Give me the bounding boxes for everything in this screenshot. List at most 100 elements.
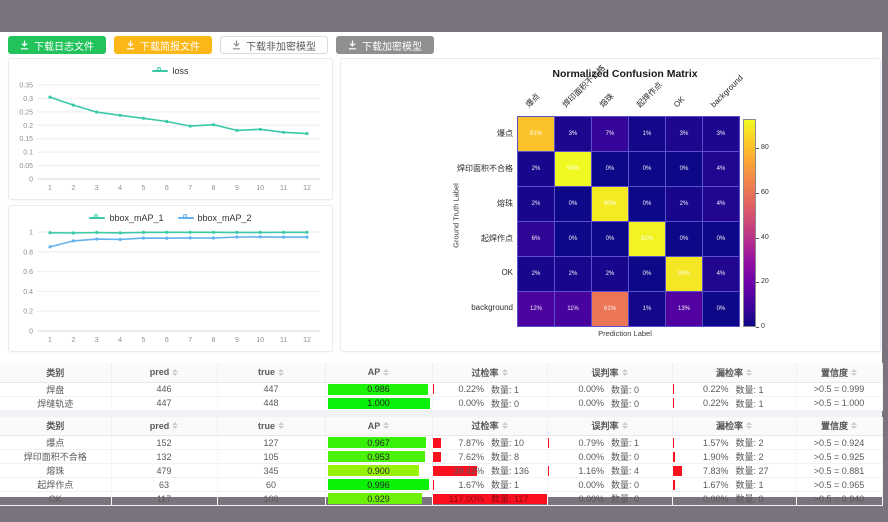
sort-icon[interactable]: [746, 422, 752, 429]
matrix-cell: 12%: [518, 292, 554, 326]
svg-text:10: 10: [256, 185, 264, 192]
sort-icon[interactable]: [172, 422, 178, 429]
table-row: 焊盘 446 447 0.986 0.22%数量: 1 0.00%数量: 0 0…: [0, 382, 882, 396]
column-header[interactable]: 过检率: [432, 417, 547, 436]
rate-value: 117.00%: [442, 494, 484, 504]
cell-true: 447: [217, 382, 325, 396]
download-plain-model-label: 下载非加密模型: [246, 38, 316, 53]
column-header[interactable]: true: [217, 417, 325, 436]
sort-icon[interactable]: [851, 369, 857, 376]
column-header[interactable]: 误判率: [547, 417, 672, 436]
rate-value: 1.67%: [442, 480, 484, 490]
sort-icon[interactable]: [851, 422, 857, 429]
column-header[interactable]: 漏检率: [672, 363, 796, 382]
colorbar-tick-mark: [756, 282, 759, 283]
matrix-cell: 1%: [629, 117, 665, 151]
table-row: 焊缝轨迹 447 448 1.000 0.00%数量: 0 0.00%数量: 0…: [0, 396, 882, 410]
rate-value: 0.22%: [442, 384, 484, 394]
matrix-column-label: 起焊作点: [635, 80, 665, 110]
cell-miss-rate: 7.83%数量: 27: [672, 464, 796, 478]
sort-icon[interactable]: [502, 369, 508, 376]
colorbar-tick-mark: [756, 327, 759, 328]
cell-over-rate: 7.87%数量: 10: [432, 436, 547, 450]
column-header[interactable]: 置信度: [796, 417, 882, 436]
column-header[interactable]: true: [217, 363, 325, 382]
cell-over-rate: 0.22%数量: 1: [432, 382, 547, 396]
loss-chart-legend: loss: [9, 59, 332, 77]
cell-ap: 0.996: [325, 478, 432, 492]
sort-icon[interactable]: [383, 369, 389, 376]
column-header[interactable]: 误判率: [547, 363, 672, 382]
matrix-cell: 2%: [518, 152, 554, 186]
legend-item-bbox-map-2[interactable]: bbox_mAP_2: [178, 213, 252, 223]
toolbar: 下载日志文件 下载简报文件 下载非加密模型 下载加密模型: [8, 36, 434, 54]
colorbar-tick-mark: [756, 193, 759, 194]
ap-value: 1.000: [328, 398, 430, 409]
matrix-cell: 90%: [592, 187, 628, 221]
legend-marker-icon: [152, 70, 168, 72]
loss-line-chart: 00.050.10.150.20.250.30.3512345678910111…: [9, 77, 332, 195]
matrix-cell: 2%: [592, 257, 628, 291]
map-line-chart: 00.20.40.60.81123456789101112: [9, 224, 332, 347]
colorbar-tick-label: 80: [761, 144, 769, 151]
sort-icon[interactable]: [383, 422, 389, 429]
ap-value: 0.929: [328, 493, 430, 504]
table-row: 起焊作点 63 60 0.996 1.67%数量: 1 0.00%数量: 0 1…: [0, 478, 882, 492]
cell-true: 60: [217, 478, 325, 492]
sort-icon[interactable]: [622, 369, 628, 376]
column-header[interactable]: 置信度: [796, 363, 882, 382]
sort-icon[interactable]: [172, 369, 178, 376]
rate-value: 0.00%: [562, 398, 604, 408]
download-plain-model-button[interactable]: 下载非加密模型: [220, 36, 328, 54]
rate-value: 0.00%: [562, 384, 604, 394]
column-header[interactable]: 过检率: [432, 363, 547, 382]
download-log-button[interactable]: 下载日志文件: [8, 36, 106, 54]
loss-chart-card: loss 00.050.10.150.20.250.30.35123456789…: [8, 58, 333, 200]
matrix-cell: 0%: [666, 152, 702, 186]
matrix-cell: 0%: [703, 222, 739, 256]
legend-item-loss[interactable]: loss: [152, 66, 188, 76]
svg-text:12: 12: [303, 185, 311, 192]
sort-icon[interactable]: [622, 422, 628, 429]
svg-text:11: 11: [280, 337, 287, 344]
rate-value: 0.00%: [442, 398, 484, 408]
svg-text:11: 11: [280, 185, 287, 192]
metrics-table: 类别predtrueAP过检率误判率漏检率置信度 爆点 152 127 0.96…: [0, 417, 883, 507]
legend-marker-icon: [89, 217, 105, 219]
matrix-cell: 0%: [629, 257, 665, 291]
column-header[interactable]: pred: [111, 363, 217, 382]
legend-item-bbox-map-1[interactable]: bbox_mAP_1: [89, 213, 163, 223]
sort-icon[interactable]: [746, 369, 752, 376]
cell-miss-rate: 1.90%数量: 2: [672, 450, 796, 464]
sort-icon[interactable]: [502, 422, 508, 429]
dashboard-window: { "toolbar": { "buttons": [ { "label": "…: [0, 0, 888, 522]
cell-pred: 152: [111, 436, 217, 450]
matrix-cell: 4%: [703, 152, 739, 186]
matrix-column-label: 爆点: [524, 92, 542, 110]
rate-count: 数量: 1: [736, 478, 782, 491]
download-encrypted-model-button[interactable]: 下载加密模型: [336, 36, 434, 54]
matrix-column-label: 熔珠: [598, 92, 616, 110]
cell-over-rate: 0.00% 数量: 0: [432, 396, 547, 410]
column-header[interactable]: pred: [111, 417, 217, 436]
sort-icon[interactable]: [278, 422, 284, 429]
svg-text:1: 1: [29, 230, 33, 237]
matrix-cell: 0%: [555, 222, 591, 256]
table-row: 爆点 152 127 0.967 7.87%数量: 10 0.79%数量: 1 …: [0, 436, 882, 450]
confusion-matrix-card: Normalized Confusion Matrix Ground Truth…: [340, 58, 881, 352]
rate-value: 1.67%: [687, 480, 729, 490]
metrics-table-weld: 类别predtrueAP过检率误判率漏检率置信度 焊盘 446 447 0.98…: [0, 363, 882, 411]
rate-count: 数量: 0: [491, 397, 537, 410]
svg-text:3: 3: [95, 337, 99, 344]
column-header[interactable]: AP: [325, 417, 432, 436]
sort-icon[interactable]: [278, 369, 284, 376]
rate-value: 7.83%: [687, 466, 729, 476]
cell-misjudge-rate: 0.00%数量: 0: [547, 396, 672, 410]
column-header[interactable]: AP: [325, 363, 432, 382]
confusion-matrix-grid: 81%3%7%1%3%3%2%93%0%0%0%4%2%0%90%0%2%4%6…: [517, 116, 740, 327]
svg-text:8: 8: [212, 185, 216, 192]
column-header[interactable]: 漏检率: [672, 417, 796, 436]
svg-text:1: 1: [48, 337, 52, 344]
cell-ap: 0.953: [325, 450, 432, 464]
download-report-button[interactable]: 下载简报文件: [114, 36, 212, 54]
